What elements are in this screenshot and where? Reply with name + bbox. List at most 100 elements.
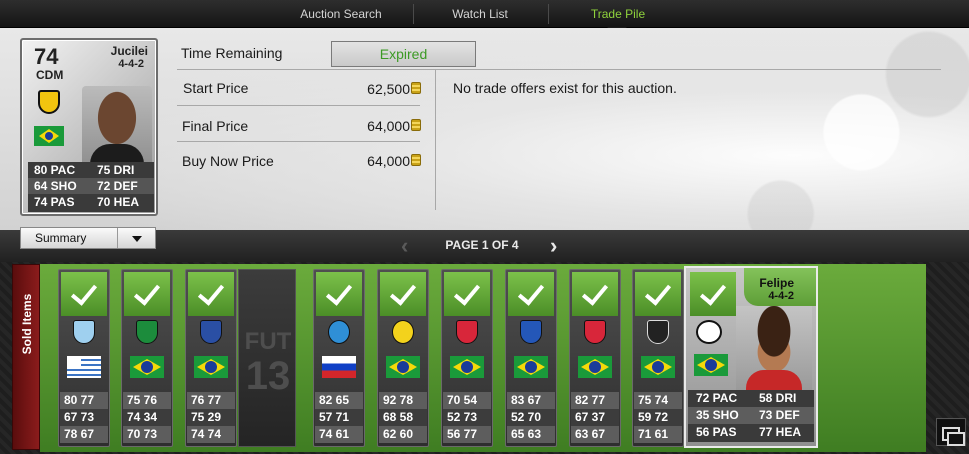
stat-row: 82 77	[571, 392, 619, 409]
player-name: Jucilei	[110, 44, 148, 58]
page-indicator: PAGE 1 OF 4	[445, 238, 519, 252]
checkmark-icon	[61, 272, 107, 316]
player-photo	[736, 306, 812, 390]
checkmark-icon	[635, 272, 681, 316]
brazil-flag-icon	[694, 354, 728, 376]
brazil-flag-icon	[641, 356, 675, 378]
buy-now-price-label: Buy Now Price	[182, 153, 274, 169]
stat-row: 75 76	[123, 392, 171, 409]
sold-item-card[interactable]: 75 76 74 34 70 73	[121, 269, 173, 447]
stat-hea: 70 HEA	[97, 195, 140, 209]
final-price-value: 64,000	[367, 118, 410, 134]
tab-divider	[548, 4, 549, 24]
porto-crest-icon	[200, 320, 222, 344]
stat-sho: 35 SHO	[696, 408, 739, 422]
focused-player-card[interactable]: Felipe 4-4-2 72 PAC 58 DRI 35 SHO 73 DEF…	[684, 266, 818, 448]
stat-row: 67 37	[571, 409, 619, 426]
brazil-flag-icon	[130, 356, 164, 378]
tab-auction-search[interactable]: Auction Search	[280, 0, 402, 28]
stat-pas: 56 PAS	[696, 425, 737, 439]
stat-row: 59 72	[634, 409, 682, 426]
selected-player-card[interactable]: 74 CDM Jucilei 4-4-2 80 PAC 75 DRI 64 SH…	[20, 38, 158, 216]
sold-item-card[interactable]: 70 54 52 73 56 77	[441, 269, 493, 447]
card-stats: 76 77 75 29 74 74	[187, 392, 235, 444]
checkmark-icon	[508, 272, 554, 316]
buy-now-price-value: 64,000	[367, 153, 410, 169]
fut-logo-year: 13	[245, 354, 291, 398]
tab-watch-list[interactable]: Watch List	[424, 0, 536, 28]
player-formation: 4-4-2	[118, 58, 144, 70]
stat-row: 68 58	[379, 409, 427, 426]
sold-item-card[interactable]: 75 74 59 72 71 61	[632, 269, 684, 447]
stat-row: 62 60	[379, 426, 427, 443]
red-bull-crest-icon	[456, 320, 478, 344]
card-stats: 70 54 52 73 56 77	[443, 392, 491, 444]
stat-row: 83 67	[507, 392, 555, 409]
stat-row: 76 77	[187, 392, 235, 409]
player-position: CDM	[36, 68, 64, 82]
stat-sho: 64 SHO	[34, 179, 77, 193]
stat-row: 65 63	[507, 426, 555, 443]
brazil-flag-icon	[386, 356, 420, 378]
stat-row: 74 74	[187, 426, 235, 443]
stat-row: 56 77	[443, 426, 491, 443]
no-offers-message: No trade offers exist for this auction.	[453, 80, 677, 96]
stat-row: 74 34	[123, 409, 171, 426]
deportivo-crest-icon	[520, 320, 542, 344]
time-remaining-label: Time Remaining	[181, 45, 283, 61]
start-price-label: Start Price	[183, 80, 249, 96]
sold-item-card[interactable]: 83 67 52 70 65 63	[505, 269, 557, 447]
coins-icon	[411, 82, 421, 94]
red-bull-crest-icon	[584, 320, 606, 344]
stat-row: 75 29	[187, 409, 235, 426]
stat-def: 72 DEF	[97, 179, 138, 193]
chevron-down-icon[interactable]	[117, 228, 155, 248]
checkmark-icon	[380, 272, 426, 316]
player-rating: 74	[34, 44, 59, 69]
brazil-flag-icon	[578, 356, 612, 378]
stat-pac: 72 PAC	[696, 391, 738, 405]
brazil-flag-icon	[450, 356, 484, 378]
brazil-flag-icon	[194, 356, 228, 378]
checkmark-icon	[444, 272, 490, 316]
sold-item-card[interactable]: 76 77 75 29 74 74	[185, 269, 237, 447]
sold-item-card[interactable]: 82 77 67 37 63 67	[569, 269, 621, 447]
brazil-flag-icon	[34, 126, 64, 146]
sold-item-card[interactable]: 92 78 68 58 62 60	[377, 269, 429, 447]
checkmark-icon	[188, 272, 234, 316]
background-ball-graphic	[700, 28, 969, 260]
divider	[177, 69, 941, 70]
player-stats: 72 PAC 58 DRI 35 SHO 73 DEF 56 PAS 77 HE…	[688, 390, 814, 442]
final-price-label: Final Price	[182, 118, 249, 134]
card-stats: 82 65 57 71 74 61	[315, 392, 363, 444]
stat-pas: 74 PAS	[34, 195, 75, 209]
sold-item-card[interactable]: 80 77 67 73 78 67	[58, 269, 110, 447]
card-stats: 75 74 59 72 71 61	[634, 392, 682, 444]
sold-items-tab[interactable]: Sold Items	[12, 264, 40, 450]
stat-row: 80 77	[60, 392, 108, 409]
empty-slot-placeholder: FUT 13	[238, 269, 296, 447]
next-page-icon[interactable]: ›	[550, 235, 564, 257]
prev-page-icon[interactable]: ‹	[401, 235, 415, 257]
tab-divider	[413, 4, 414, 24]
checkmark-icon	[690, 272, 736, 316]
hannover-96-crest-icon	[696, 320, 722, 344]
stat-dri: 58 DRI	[759, 391, 797, 405]
stat-pac: 80 PAC	[34, 163, 76, 177]
club-crest-icon	[38, 90, 60, 114]
player-name: Felipe	[759, 276, 794, 290]
lazio-crest-icon	[73, 320, 95, 344]
stat-hea: 77 HEA	[759, 425, 802, 439]
stat-row: 52 73	[443, 409, 491, 426]
stat-row: 75 74	[634, 392, 682, 409]
compare-view-icon[interactable]	[936, 418, 966, 446]
stat-row: 57 71	[315, 409, 363, 426]
stat-row: 74 61	[315, 426, 363, 443]
player-photo	[82, 86, 152, 166]
checkmark-icon	[316, 272, 362, 316]
tab-trade-pile[interactable]: Trade Pile	[558, 0, 678, 28]
sold-item-card[interactable]: 82 65 57 71 74 61	[313, 269, 365, 447]
checkmark-icon	[124, 272, 170, 316]
uruguay-flag-icon	[67, 356, 101, 378]
player-formation: 4-4-2	[768, 290, 794, 302]
